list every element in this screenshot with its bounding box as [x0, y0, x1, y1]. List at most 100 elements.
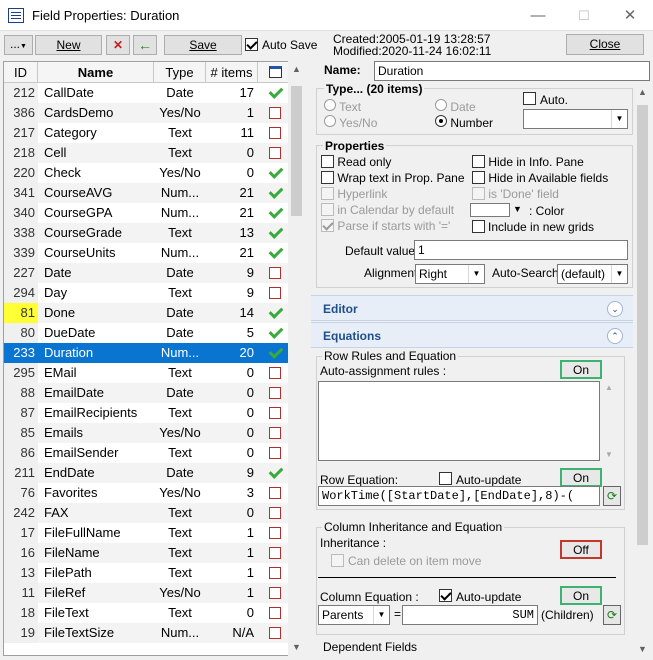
green-check-icon[interactable] — [258, 303, 290, 323]
table-row[interactable]: 17 FileFullName Text 1 — [4, 523, 290, 543]
green-check-icon[interactable] — [258, 83, 290, 103]
row-eq-on-button[interactable]: On — [560, 468, 602, 487]
scroll-thumb[interactable] — [637, 105, 648, 545]
table-row[interactable]: 88 EmailDate Date 0 — [4, 383, 290, 403]
col-autoupdate-checkbox[interactable] — [439, 589, 452, 605]
table-row[interactable]: 227 Date Date 9 — [4, 263, 290, 283]
green-check-icon[interactable] — [258, 203, 290, 223]
table-row[interactable]: 11 FileRef Yes/No 1 — [4, 583, 290, 603]
table-row[interactable]: 81 Done Date 14 — [4, 303, 290, 323]
table-row[interactable]: 16 FileName Text 1 — [4, 543, 290, 563]
calendar-icon[interactable] — [258, 62, 290, 83]
auto-checkbox[interactable] — [523, 92, 536, 108]
expand-chevron-icon[interactable]: ⌄ — [607, 301, 623, 317]
table-row[interactable]: 85 Emails Yes/No 0 — [4, 423, 290, 443]
property-option[interactable]: is 'Done' field — [472, 187, 559, 201]
grid-scrollbar[interactable]: ▲ ▼ — [288, 61, 305, 656]
table-row[interactable]: 341 CourseAVG Num... 21 — [4, 183, 290, 203]
empty-box-icon[interactable] — [258, 403, 290, 423]
col-header-type[interactable]: Type — [154, 62, 206, 83]
option-checkbox[interactable] — [472, 187, 485, 200]
option-checkbox[interactable] — [321, 219, 334, 232]
green-check-icon[interactable] — [258, 343, 290, 363]
option-checkbox[interactable] — [321, 187, 334, 200]
col-eq-on-button[interactable]: On — [560, 586, 602, 605]
table-row[interactable]: 13 FilePath Text 1 — [4, 563, 290, 583]
equations-section-header[interactable]: Equations ⌃ — [311, 322, 633, 348]
empty-box-icon[interactable] — [258, 503, 290, 523]
option-checkbox[interactable] — [321, 203, 334, 216]
auto-assign-rules-textarea[interactable] — [318, 381, 600, 461]
table-row[interactable]: 217 Category Text 11 — [4, 123, 290, 143]
color-swatch[interactable] — [470, 203, 510, 217]
option-checkbox[interactable] — [321, 171, 334, 184]
empty-box-icon[interactable] — [258, 263, 290, 283]
refresh-icon[interactable]: ⟳ — [603, 605, 621, 625]
can-delete-checkbox[interactable] — [331, 554, 344, 570]
empty-box-icon[interactable] — [258, 423, 290, 443]
empty-box-icon[interactable] — [258, 283, 290, 303]
editor-section-header[interactable]: Editor ⌄ — [311, 295, 633, 321]
scroll-down-icon[interactable]: ▼ — [288, 639, 305, 656]
close-button[interactable]: Close — [566, 34, 644, 55]
table-row[interactable]: 211 EndDate Date 9 — [4, 463, 290, 483]
empty-box-icon[interactable] — [258, 563, 290, 583]
table-row[interactable]: 242 FAX Text 0 — [4, 503, 290, 523]
maximize-button[interactable]: ☐ — [561, 0, 607, 31]
table-row[interactable]: 86 EmailSender Text 0 — [4, 443, 290, 463]
scroll-up-icon[interactable]: ▲ — [605, 383, 613, 392]
parents-select[interactable]: Parents ▼ — [318, 605, 390, 625]
green-check-icon[interactable] — [258, 183, 290, 203]
green-check-icon[interactable] — [258, 223, 290, 243]
empty-box-icon[interactable] — [258, 123, 290, 143]
table-row[interactable]: 233 Duration Num... 20 — [4, 343, 290, 363]
property-option[interactable]: Hyperlink — [321, 187, 387, 201]
menu-button[interactable]: ...▼ — [4, 35, 33, 55]
green-check-icon[interactable] — [258, 243, 290, 263]
save-button[interactable]: Save — [164, 35, 242, 55]
panel-scrollbar[interactable]: ▲ ▼ — [634, 85, 651, 656]
empty-box-icon[interactable] — [258, 363, 290, 383]
property-option[interactable]: Hide in Info. Pane — [472, 155, 584, 169]
green-check-icon[interactable] — [258, 323, 290, 343]
autosearch-select[interactable]: (default) ▼ — [557, 264, 628, 284]
row-equation-input[interactable]: WorkTime([StartDate],[EndDate],8)-( — [318, 486, 600, 506]
type-yesno-option[interactable]: Yes/No — [324, 115, 377, 130]
property-option[interactable]: Read only — [321, 155, 391, 169]
minimize-button[interactable]: — — [515, 0, 561, 31]
empty-box-icon[interactable] — [258, 443, 290, 463]
type-date-option[interactable]: Date — [435, 99, 476, 114]
green-check-icon[interactable] — [258, 463, 290, 483]
table-row[interactable]: 18 FileText Text 0 — [4, 603, 290, 623]
default-value-input[interactable]: 1 — [414, 240, 628, 260]
property-option[interactable]: Wrap text in Prop. Pane — [321, 171, 465, 185]
property-option[interactable]: in Calendar by default — [321, 203, 454, 217]
col-header-name[interactable]: Name — [38, 62, 154, 83]
table-row[interactable]: 76 Favorites Yes/No 3 — [4, 483, 290, 503]
scroll-up-icon[interactable]: ▲ — [638, 87, 647, 97]
table-row[interactable]: 294 Day Text 9 — [4, 283, 290, 303]
empty-box-icon[interactable] — [258, 143, 290, 163]
table-row[interactable]: 339 CourseUnits Num... 21 — [4, 243, 290, 263]
color-dropdown-icon[interactable]: ▼ — [513, 204, 522, 214]
scroll-down-icon[interactable]: ▼ — [605, 450, 613, 459]
type-number-option[interactable]: Number — [435, 115, 493, 130]
table-row[interactable]: 212 CallDate Date 17 — [4, 83, 290, 103]
collapse-chevron-icon[interactable]: ⌃ — [607, 328, 623, 344]
new-button[interactable]: New — [35, 35, 102, 55]
fields-grid[interactable]: ID Name Type # items 212 CallDate Date 17 38… — [3, 61, 291, 656]
col-header-items[interactable]: # items — [206, 62, 258, 83]
scroll-down-icon[interactable]: ▼ — [638, 644, 647, 654]
auto-combo[interactable]: ▼ — [523, 109, 628, 129]
option-checkbox[interactable] — [321, 155, 334, 168]
rules-scrollbar[interactable]: ▲ ▼ — [601, 381, 617, 461]
table-row[interactable]: 87 EmailRecipients Text 0 — [4, 403, 290, 423]
table-row[interactable]: 80 DueDate Date 5 — [4, 323, 290, 343]
green-check-icon[interactable] — [258, 163, 290, 183]
empty-box-icon[interactable] — [258, 483, 290, 503]
table-row[interactable]: 218 Cell Text 0 — [4, 143, 290, 163]
empty-box-icon[interactable] — [258, 543, 290, 563]
table-row[interactable]: 19 FileTextSize Num... N/A — [4, 623, 290, 643]
col-header-id[interactable]: ID — [4, 62, 38, 83]
property-option[interactable]: Hide in Available fields — [472, 171, 608, 185]
